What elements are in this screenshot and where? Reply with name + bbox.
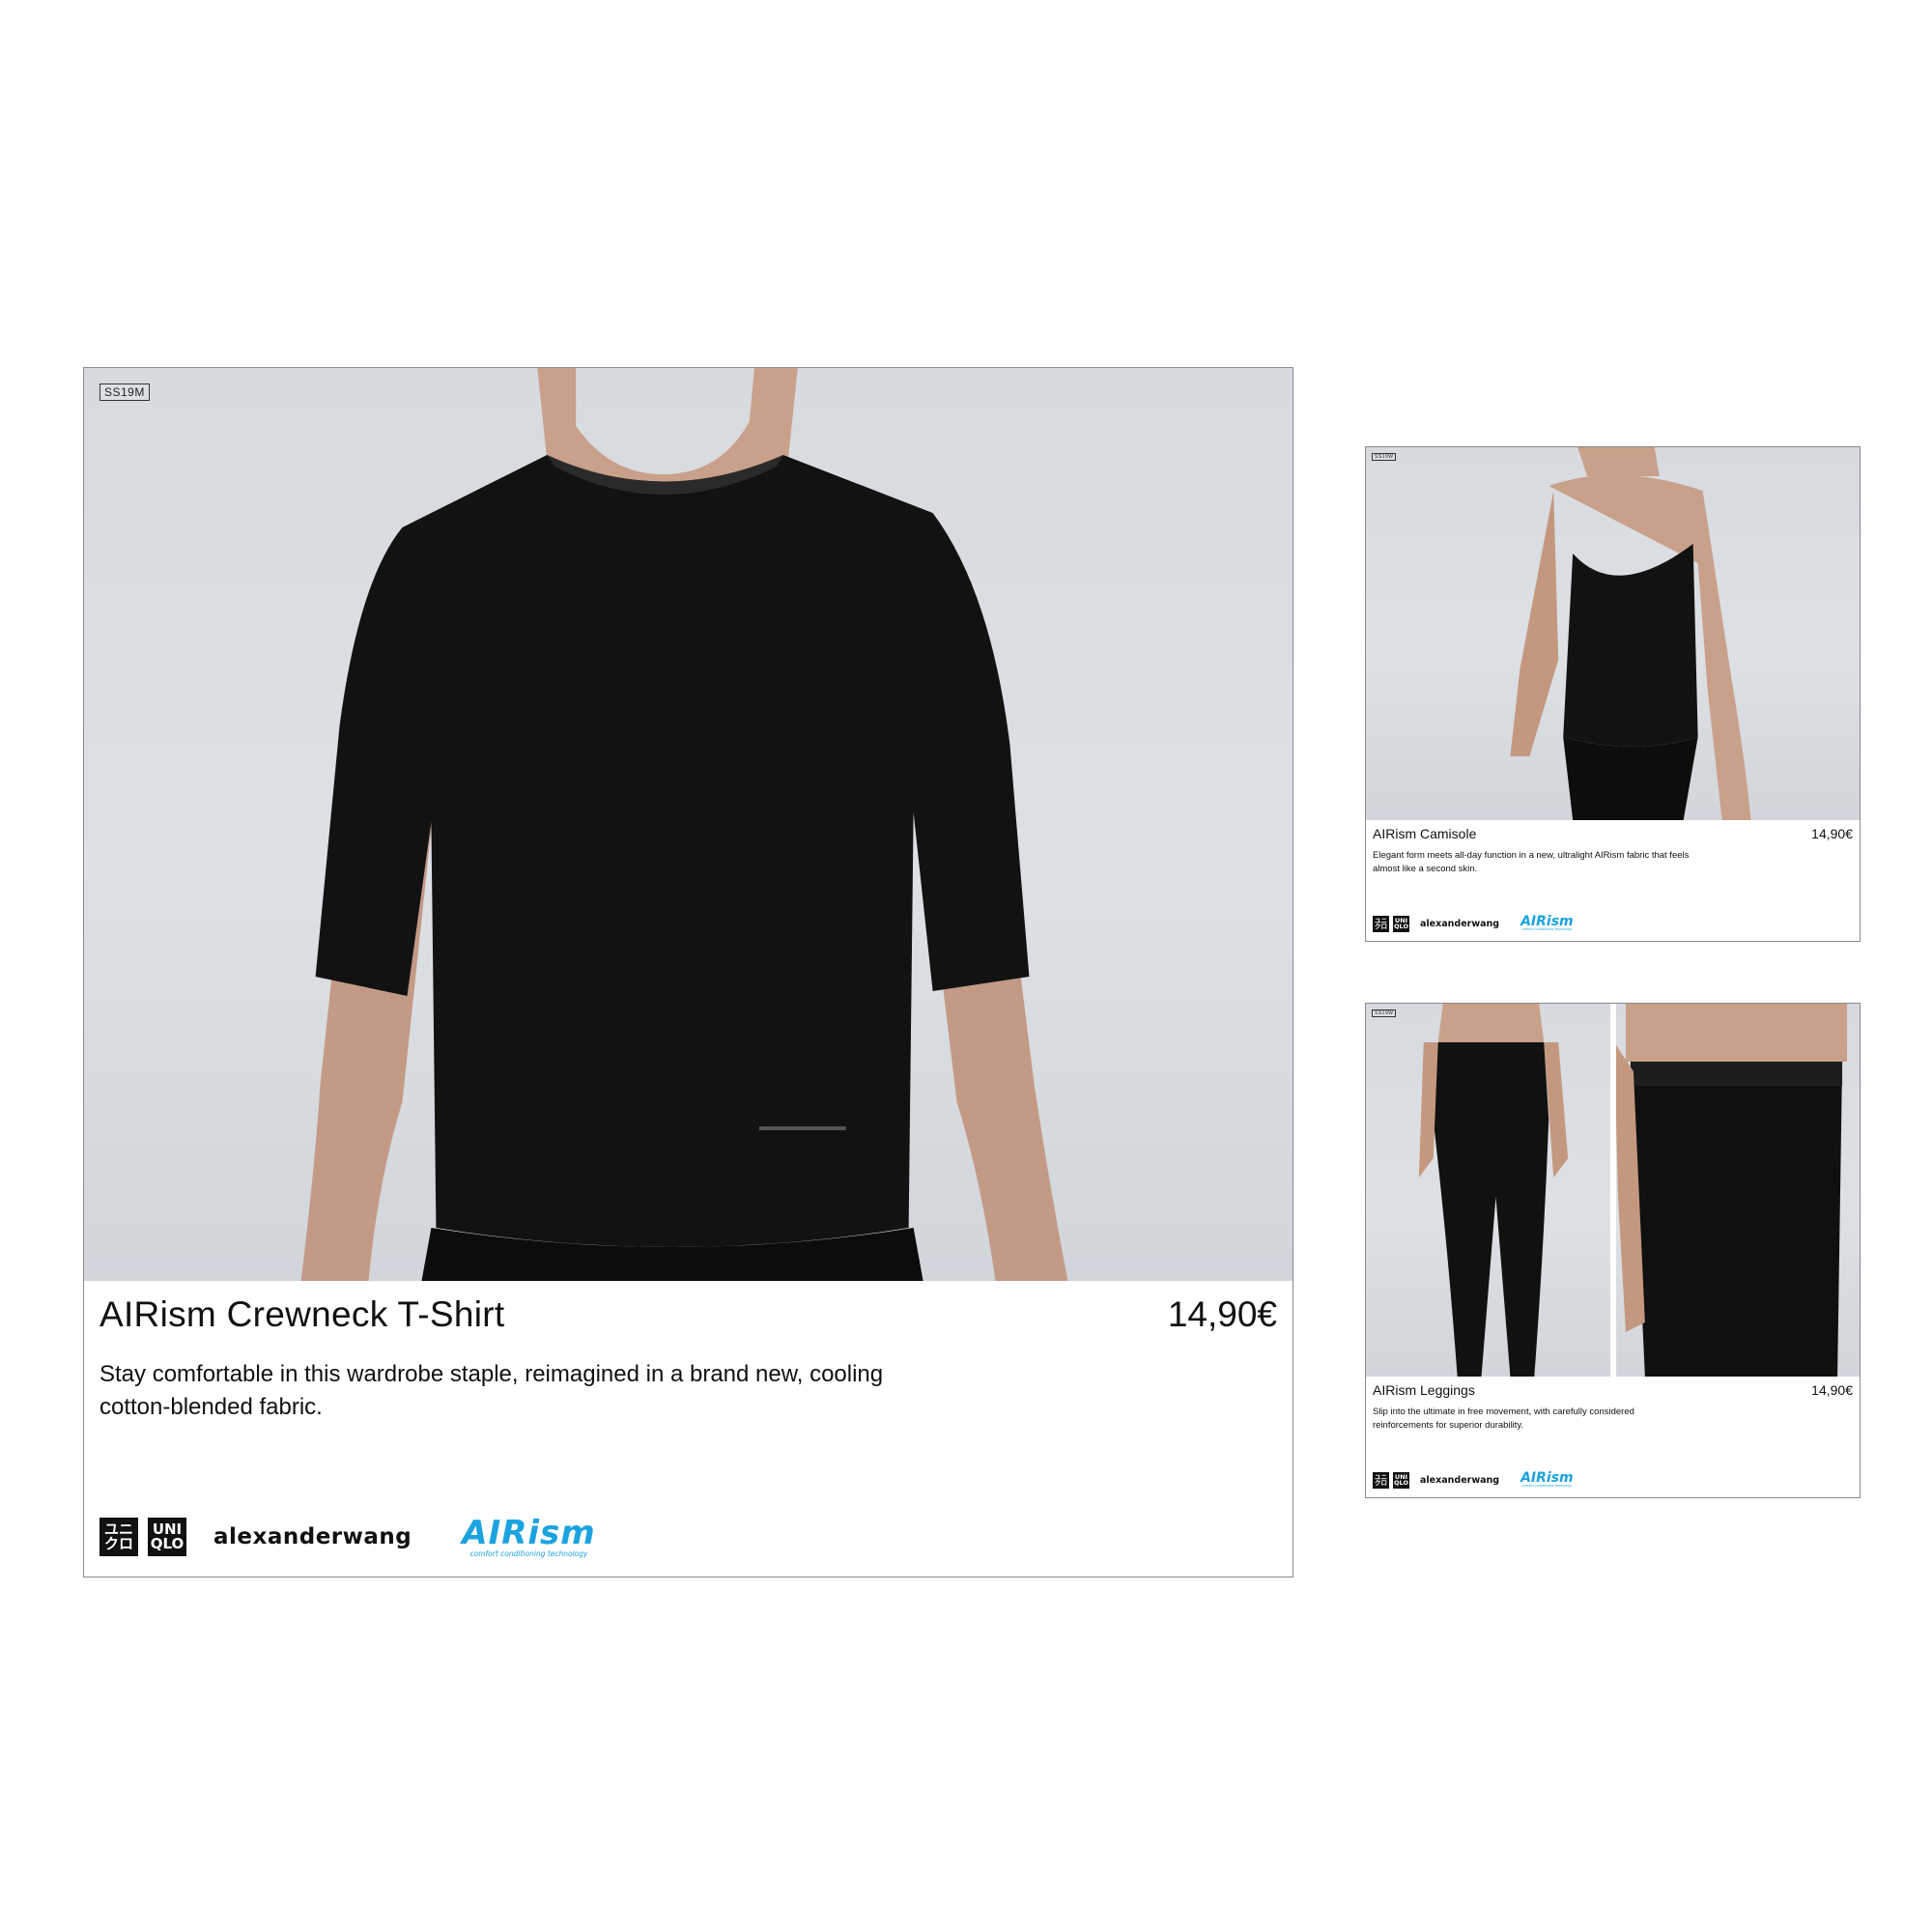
brand-logos: ユニ クロ UNI QLO alexanderwang AIRism comfort… [1373,1471,1574,1489]
alexanderwang-logo: alexanderwang [213,1524,412,1549]
season-tag: SS19W [1372,1009,1397,1017]
product-price: 14,90€ [1811,826,1853,841]
model-tshirt-photo: SS19M [84,368,1293,1281]
season-tag: SS19W [1372,453,1397,461]
brand-logos: ユニ クロ UNI QLO alexanderwang AIRism comfort… [99,1517,596,1557]
product-title[interactable]: AIRism Leggings [1373,1382,1475,1398]
uniqlo-katakana-logo: ユニ クロ [99,1518,138,1556]
camisole-illustration [1510,447,1751,820]
uniqlo-latin-logo: UNI QLO [148,1518,186,1556]
product-card-crewneck-tshirt[interactable]: SS19M AIRism Crewneck T-Shirt 14,90€ Sta… [83,367,1293,1577]
model-camisole-photo: SS19W [1366,447,1860,820]
airism-logo: AIRism comfort conditioning technology [1520,1470,1574,1489]
product-price: 14,90€ [1811,1382,1853,1398]
product-info: AIRism Crewneck T-Shirt 14,90€ Stay comf… [84,1281,1293,1577]
product-info: AIRism Camisole 14,90€ Elegant form meet… [1366,820,1860,941]
photo-divider [1610,1004,1616,1377]
product-price: 14,90€ [1167,1294,1277,1334]
product-card-camisole[interactable]: SS19W AIRism Camisole 14,90€ Elegant for… [1365,446,1861,942]
product-info: AIRism Leggings 14,90€ Slip into the ult… [1366,1377,1860,1497]
uniqlo-latin-logo: UNI QLO [1393,1471,1409,1489]
page-canvas: SS19M AIRism Crewneck T-Shirt 14,90€ Sta… [0,0,1932,1932]
product-title[interactable]: AIRism Camisole [1373,826,1476,841]
product-description: Stay comfortable in this wardrobe staple… [99,1361,884,1420]
airism-logo: AIRism comfort conditioning technology [462,1513,596,1558]
season-tag: SS19M [99,384,150,401]
brand-logos: ユニ クロ UNI QLO alexanderwang AIRism comfort… [1373,915,1574,932]
product-title[interactable]: AIRism Crewneck T-Shirt [99,1294,504,1335]
airism-logo: AIRism comfort conditioning technology [1520,914,1574,932]
tshirt-illustration [300,368,1068,1281]
uniqlo-latin-logo: UNI QLO [1393,915,1409,932]
uniqlo-katakana-logo: ユニ クロ [1373,915,1389,932]
product-card-leggings[interactable]: SS19W AIRism Leggings 14,90€ Slip into t… [1365,1003,1861,1498]
model-leggings-photo: SS19W [1366,1004,1860,1377]
alexanderwang-logo: alexanderwang [1420,1474,1500,1486]
alexanderwang-logo: alexanderwang [1420,918,1500,929]
product-description: Elegant form meets all-day function in a… [1373,850,1690,874]
uniqlo-katakana-logo: ユニ クロ [1373,1471,1389,1489]
product-description: Slip into the ultimate in free movement,… [1373,1406,1634,1431]
